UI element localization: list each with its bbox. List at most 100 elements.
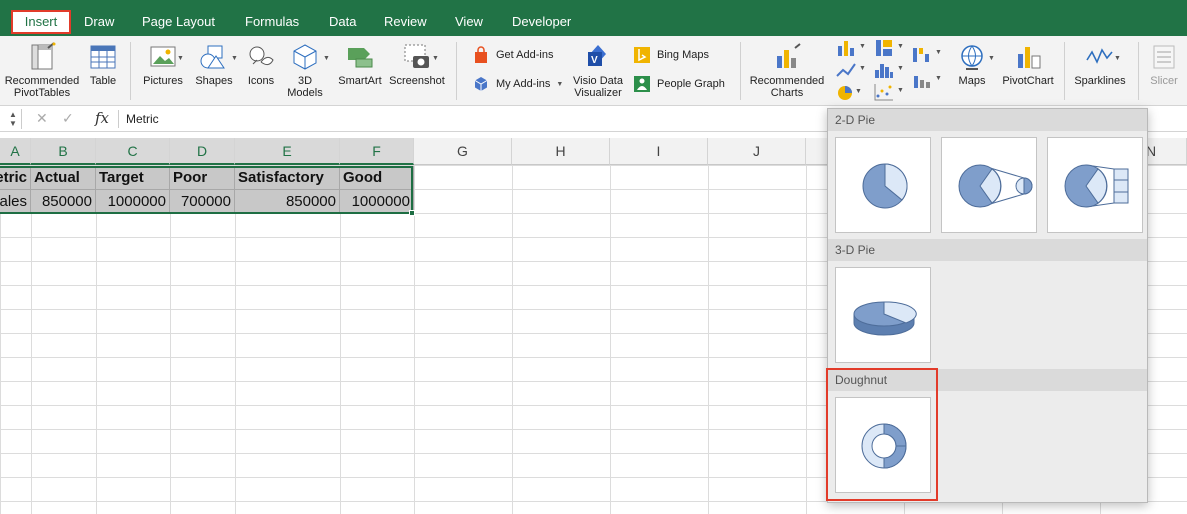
tab-developer[interactable]: Developer xyxy=(512,12,571,32)
visio-label-1: Visio Data xyxy=(573,75,623,87)
3d-pie-option[interactable] xyxy=(835,267,931,363)
recommended-pivottable-icon xyxy=(31,42,56,70)
tab-data[interactable]: Data xyxy=(329,12,356,32)
my-addins-dropdown-caret[interactable]: ▼ xyxy=(556,81,563,88)
bing-maps-label: Bing Maps xyxy=(657,49,709,61)
maps-button[interactable]: Maps xyxy=(950,42,994,87)
name-box[interactable]: ▲ ▼ xyxy=(0,109,22,129)
column-header-f[interactable]: F xyxy=(340,138,414,165)
hierarchy-chart-icon[interactable] xyxy=(873,38,895,58)
recommended-pivottables-label-2: PivotTables xyxy=(13,87,71,99)
formula-input[interactable]: Metric xyxy=(126,112,159,126)
statistic-chart-icon[interactable] xyxy=(873,60,895,80)
slicer-button[interactable]: Slicer xyxy=(1144,42,1184,87)
column-header-j[interactable]: J xyxy=(708,138,806,165)
excel-window: Insert Draw Page Layout Formulas Data Re… xyxy=(0,0,1187,514)
pie-icon xyxy=(862,163,908,209)
waterfall-chart-caret[interactable]: ▼ xyxy=(935,49,942,56)
bing-icon xyxy=(634,47,650,63)
pie-of-pie-option[interactable] xyxy=(941,137,1037,233)
table-button[interactable]: Table xyxy=(86,42,120,87)
line-chart-icon[interactable] xyxy=(835,60,857,80)
pictures-dropdown-caret[interactable]: ▼ xyxy=(177,55,184,62)
shapes-dropdown-caret[interactable]: ▼ xyxy=(231,55,238,62)
tab-formulas[interactable]: Formulas xyxy=(245,12,299,32)
gridline xyxy=(235,165,236,514)
statistic-chart-caret[interactable]: ▼ xyxy=(897,65,904,72)
scatter-chart-caret[interactable]: ▼ xyxy=(897,87,904,94)
sparklines-dropdown-caret[interactable]: ▼ xyxy=(1114,55,1121,62)
waterfall-chart-icon[interactable] xyxy=(911,44,933,64)
icons-button[interactable]: Icons xyxy=(244,42,278,87)
column-header-d[interactable]: D xyxy=(170,138,235,165)
combo-chart-caret[interactable]: ▼ xyxy=(935,75,942,82)
cube-icon xyxy=(293,44,317,70)
people-graph-label: People Graph xyxy=(657,78,725,90)
recommended-charts-label-2: Charts xyxy=(770,87,804,99)
combo-chart-icon[interactable] xyxy=(911,70,933,90)
slicer-label: Slicer xyxy=(1150,75,1178,87)
people-graph-button[interactable]: People Graph xyxy=(633,73,725,95)
smartart-button[interactable]: SmartArt xyxy=(336,42,384,87)
column-header-a[interactable]: A xyxy=(0,138,31,165)
pictures-button[interactable]: Pictures xyxy=(139,42,187,87)
recommended-charts-button[interactable]: Recommended Charts xyxy=(748,42,826,99)
smartart-icon xyxy=(348,48,373,68)
recommended-pivottables-button[interactable]: Recommended PivotTables xyxy=(4,42,80,99)
gridline xyxy=(340,165,341,514)
3d-models-button[interactable]: 3D Models xyxy=(286,42,324,99)
visio-label-2: Visualizer xyxy=(574,87,622,99)
ribbon-separator xyxy=(1064,42,1065,100)
pivotchart-button[interactable]: PivotChart xyxy=(1000,42,1056,87)
line-chart-caret[interactable]: ▼ xyxy=(859,65,866,72)
tab-view[interactable]: View xyxy=(455,12,483,32)
ribbon-separator xyxy=(456,42,457,100)
get-addins-button[interactable]: Get Add-ins xyxy=(472,44,553,66)
column-header-b[interactable]: B xyxy=(31,138,96,165)
column-header-e[interactable]: E xyxy=(235,138,340,165)
pie-chart-option[interactable] xyxy=(835,137,931,233)
addin-cube-icon xyxy=(474,77,488,91)
tab-page-layout[interactable]: Page Layout xyxy=(142,12,215,32)
column-chart-caret[interactable]: ▼ xyxy=(859,43,866,50)
visio-icon: V xyxy=(588,45,606,66)
column-header-g[interactable]: G xyxy=(414,138,512,165)
tab-review[interactable]: Review xyxy=(384,12,427,32)
get-addins-label: Get Add-ins xyxy=(496,49,554,61)
visio-data-visualizer-button[interactable]: V Visio Data Visualizer xyxy=(570,42,626,99)
shapes-button[interactable]: Shapes xyxy=(192,42,236,87)
my-addins-button[interactable]: My Add-ins ▼ xyxy=(472,73,563,95)
3d-models-dropdown-caret[interactable]: ▼ xyxy=(323,55,330,62)
ribbon-tab-bar: Insert Draw Page Layout Formulas Data Re… xyxy=(0,0,1187,36)
cancel-icon[interactable]: ✕ xyxy=(36,110,48,127)
column-header-h[interactable]: H xyxy=(512,138,610,165)
pie-chart-caret[interactable]: ▼ xyxy=(855,88,862,95)
gridline xyxy=(708,165,709,514)
fill-handle[interactable] xyxy=(409,210,415,216)
bing-maps-button[interactable]: Bing Maps xyxy=(633,44,709,66)
people-graph-icon xyxy=(634,76,650,92)
name-box-down-icon[interactable]: ▼ xyxy=(9,119,17,128)
screenshot-dropdown-caret[interactable]: ▼ xyxy=(432,55,439,62)
insert-function-icon[interactable]: fx xyxy=(95,109,109,127)
enter-check-icon[interactable]: ✓ xyxy=(62,110,74,127)
screenshot-button[interactable]: Screenshot xyxy=(388,42,446,87)
name-box-up-icon[interactable]: ▲ xyxy=(9,110,17,119)
pie-chart-icon[interactable] xyxy=(835,83,857,103)
icons-label: Icons xyxy=(247,75,275,87)
gridline xyxy=(806,165,807,514)
scatter-chart-icon[interactable] xyxy=(873,82,895,102)
bar-of-pie-option[interactable] xyxy=(1047,137,1143,233)
tab-draw[interactable]: Draw xyxy=(84,12,114,32)
selection-range-outline xyxy=(0,166,413,214)
tab-insert[interactable]: Insert xyxy=(11,10,71,34)
svg-text:V: V xyxy=(591,55,598,66)
column-chart-icon[interactable] xyxy=(835,38,857,58)
maps-dropdown-caret[interactable]: ▼ xyxy=(988,55,995,62)
column-header-c[interactable]: C xyxy=(96,138,170,165)
hierarchy-chart-caret[interactable]: ▼ xyxy=(897,43,904,50)
gridline xyxy=(512,165,513,514)
column-header-i[interactable]: I xyxy=(610,138,708,165)
gridline xyxy=(610,165,611,514)
sparklines-button[interactable]: Sparklines xyxy=(1072,42,1128,87)
